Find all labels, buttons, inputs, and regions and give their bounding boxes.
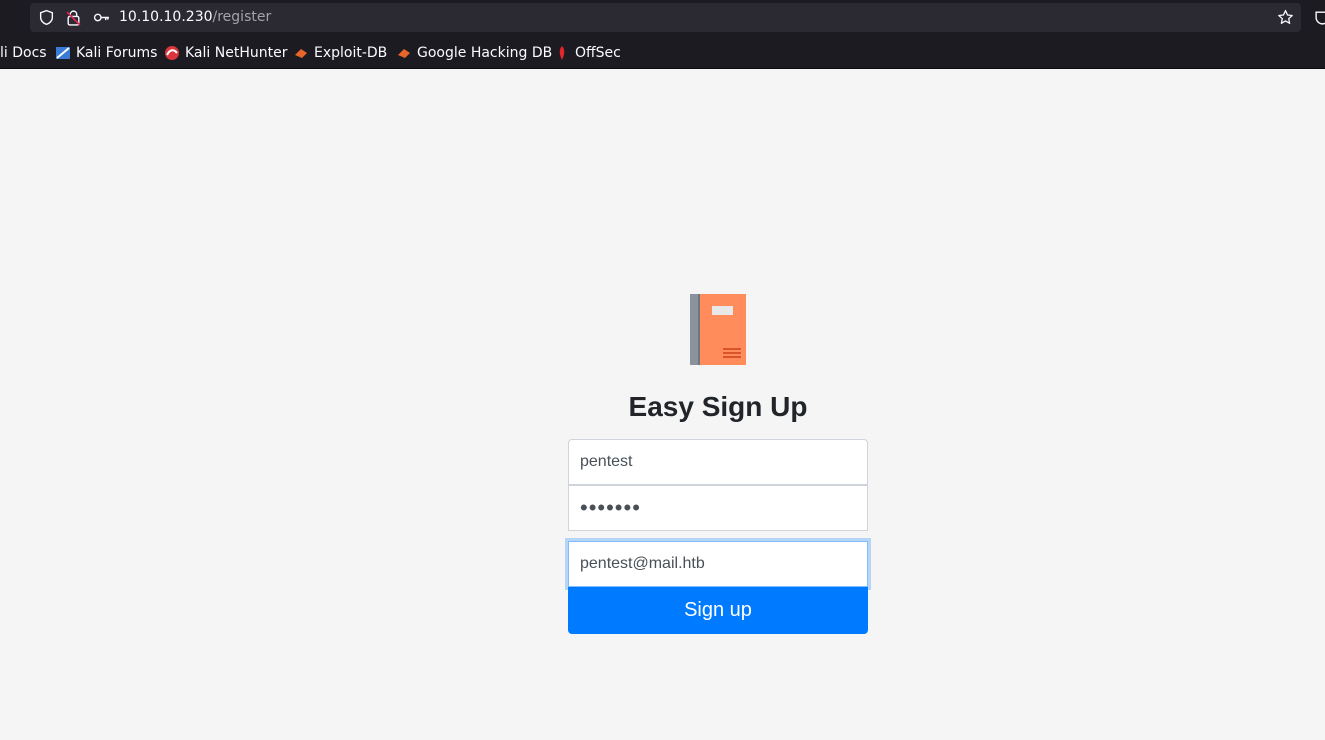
username-input[interactable] [568,439,868,485]
bookmark-kali-docs[interactable]: li Docs [0,40,47,66]
kali-nethunter-icon [165,46,179,60]
pocket-icon[interactable] [1314,9,1325,26]
offsec-icon [559,46,565,60]
bookmark-label: OffSec [575,45,621,61]
url-host: 10.10.10.230 [119,9,213,25]
bookmark-exploit-db[interactable]: Exploit-DB [293,40,387,66]
bookmark-kali-forums[interactable]: Kali Forums [55,40,157,66]
url-text[interactable]: 10.10.10.230/register [119,8,271,27]
kali-forums-icon [56,47,70,59]
email-input[interactable] [568,541,868,587]
password-input[interactable] [568,485,868,531]
sign-up-button[interactable]: Sign up [568,587,868,634]
bookmark-label: Google Hacking DB [417,45,553,61]
insecure-lock-icon[interactable] [65,9,82,26]
bookmarks-toolbar: li Docs Kali Forums Kali NetHunter Explo… [0,40,1325,66]
bookmark-label: Exploit-DB [314,45,388,61]
bookmark-star-icon[interactable] [1277,9,1294,26]
url-bar[interactable]: 10.10.10.230/register [30,3,1301,32]
key-icon[interactable] [93,9,110,26]
page-content: Easy Sign Up Sign up [0,69,1325,740]
google-hacking-db-icon [398,49,410,58]
bookmark-label: Kali Forums [76,45,158,61]
shield-icon[interactable] [38,9,55,26]
notebook-icon [690,294,746,365]
bookmark-label: Kali NetHunter [185,45,288,61]
bookmark-google-hacking-db[interactable]: Google Hacking DB [396,40,552,66]
bookmark-label: li Docs [0,45,47,61]
bookmark-kali-nethunter[interactable]: Kali NetHunter [164,40,287,66]
url-path: /register [212,9,272,25]
browser-chrome: 10.10.10.230/register li Docs Kali Forum… [0,0,1325,69]
bookmark-offsec[interactable]: OffSec [554,40,621,66]
page-title: Easy Sign Up [628,391,808,422]
exploit-db-icon [295,49,307,58]
